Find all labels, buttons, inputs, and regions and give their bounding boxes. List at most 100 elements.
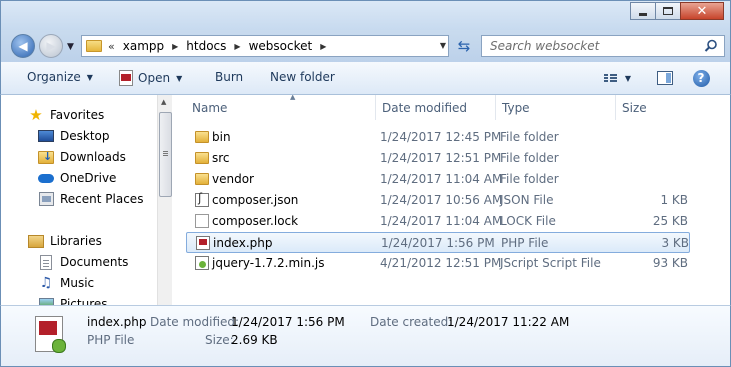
sidebar-item-pictures[interactable]: Pictures (38, 294, 108, 305)
breadcrumb-item[interactable]: websocket ▶ (249, 39, 327, 53)
burn-button[interactable]: Burn (215, 70, 243, 84)
refresh-button[interactable]: ⇆ (453, 35, 475, 57)
navigation-bar: ◀ ▶ ▼ « xampp ▶ htdocs ▶ websocket ▶ ▼ ⇆ Se… (0, 30, 731, 62)
desktop-icon (38, 128, 54, 144)
chevron-down-icon: ▼ (624, 73, 632, 83)
folder-icon (195, 173, 209, 185)
forward-button[interactable]: ▶ (39, 34, 63, 58)
sidebar-item-label: Documents (60, 255, 129, 269)
file-row[interactable]: bin 1/24/2017 12:45 PM File folder (186, 127, 690, 148)
file-type: LOCK File (500, 214, 556, 228)
chevron-right-icon[interactable]: ▶ (172, 42, 178, 51)
file-date-modified: 1/24/2017 1:56 PM (381, 236, 495, 250)
sidebar-item-music[interactable]: ♫ Music (38, 273, 94, 293)
file-row[interactable]: composer.lock 1/24/2017 11:04 AM LOCK File… (186, 211, 690, 232)
sidebar-item-label: Pictures (60, 297, 108, 305)
search-input[interactable]: Search websocket (481, 35, 725, 57)
column-header-name[interactable]: Name ▲ (186, 95, 376, 120)
sidebar-item-label: Recent Places (60, 192, 144, 206)
file-size: 1 KB (660, 193, 688, 207)
libraries-icon (28, 233, 44, 249)
new-folder-button[interactable]: New folder (270, 70, 335, 84)
file-type: File folder (500, 151, 559, 165)
search-icon[interactable] (704, 39, 718, 53)
organize-button[interactable]: Organize ▼ (27, 70, 93, 84)
recent-pages-dropdown-icon[interactable]: ▼ (67, 42, 74, 52)
file-date-modified: 1/24/2017 12:51 PM (380, 151, 502, 165)
open-button[interactable]: Open ▼ (119, 70, 182, 86)
file-date-modified: 4/21/2012 12:51 PM (380, 256, 502, 270)
chevron-right-icon[interactable]: ▶ (234, 42, 240, 51)
search-placeholder: Search websocket (490, 39, 600, 53)
column-header-label: Date modified (382, 100, 468, 115)
column-header-date-modified[interactable]: Date modified (376, 95, 496, 120)
chevron-right-icon[interactable]: ▶ (320, 42, 326, 51)
sidebar-favorites-header[interactable]: ★ Favorites (28, 105, 104, 125)
breadcrumb-item[interactable]: xampp ▶ (123, 39, 179, 53)
maximize-button[interactable] (655, 2, 681, 20)
folder-icon (195, 131, 209, 143)
breadcrumb-overflow[interactable]: « (108, 40, 115, 53)
file-row[interactable]: vendor 1/24/2017 11:04 AM File folder (186, 169, 690, 190)
breadcrumb-label: htdocs (186, 39, 227, 53)
breadcrumb-label: xampp (122, 39, 165, 53)
preview-pane-button[interactable] (654, 68, 676, 88)
back-button[interactable]: ◀ (11, 34, 35, 58)
sidebar-item-desktop[interactable]: Desktop (38, 126, 110, 146)
file-row[interactable]: composer.json 1/24/2017 10:56 AMJSON File… (186, 190, 690, 211)
file-type: File folder (500, 172, 559, 186)
details-file-name: index.php (87, 315, 147, 329)
title-bar: ✕ (0, 0, 731, 30)
file-date-modified: 1/24/2017 10:56 AM (380, 193, 503, 207)
sidebar-libraries-header[interactable]: Libraries (28, 231, 102, 251)
folder-icon (195, 152, 209, 164)
file-size: 25 KB (652, 214, 688, 228)
downloads-icon (38, 149, 54, 165)
view-options-dropdown[interactable]: ▼ (623, 68, 633, 88)
column-header-label: Size (622, 100, 647, 115)
sidebar-scrollbar[interactable]: ▲ (157, 95, 172, 305)
details-date-modified-label: Date modified: (150, 315, 240, 329)
help-button[interactable]: ? (690, 68, 712, 88)
breadcrumb-item[interactable]: htdocs ▶ (186, 39, 240, 53)
file-type: JSON File (500, 193, 554, 207)
chevron-down-icon: ▼ (176, 73, 183, 83)
sidebar-item-documents[interactable]: Documents (38, 252, 128, 272)
onedrive-icon (38, 170, 54, 186)
scrollbar-thumb[interactable] (159, 112, 172, 197)
breadcrumb-label: websocket (248, 39, 313, 53)
column-header-label: Type (502, 100, 530, 115)
sidebar-item-label: Music (60, 276, 95, 290)
help-icon: ? (692, 69, 710, 87)
file-row[interactable]: index.php 1/24/2017 1:56 PM PHP File 3 KB (186, 232, 690, 253)
file-size: 93 KB (652, 256, 688, 270)
details-file-type: PHP File (87, 333, 135, 347)
file-row[interactable]: src 1/24/2017 12:51 PM File folder (186, 148, 690, 169)
details-date-modified-value: 1/24/2017 1:56 PM (231, 315, 345, 329)
views-icon (603, 74, 617, 82)
close-icon: ✕ (696, 3, 708, 19)
sidebar-item-label: Desktop (60, 129, 110, 143)
file-name: composer.lock (212, 214, 299, 228)
address-bar[interactable]: « xampp ▶ htdocs ▶ websocket ▶ ▼ (81, 35, 449, 57)
sidebar-item-label: OneDrive (60, 171, 117, 185)
column-header-type[interactable]: Type (496, 95, 616, 120)
scroll-up-icon[interactable]: ▲ (161, 98, 166, 106)
php-file-icon (119, 70, 133, 86)
forward-arrow-icon: ▶ (46, 39, 56, 53)
sidebar-item-downloads[interactable]: Downloads (38, 147, 126, 167)
change-view-button[interactable] (599, 68, 621, 88)
column-header-size[interactable]: Size (616, 95, 706, 120)
file-name: index.php (213, 236, 273, 250)
music-icon: ♫ (39, 275, 53, 291)
minimize-button[interactable] (630, 2, 656, 20)
address-dropdown-icon[interactable]: ▼ (440, 41, 446, 50)
file-row[interactable]: jquery-1.7.2.min.js 4/21/2012 12:51 PM JSc… (186, 253, 690, 274)
sidebar-item-onedrive[interactable]: OneDrive (38, 168, 116, 188)
sidebar-item-recent-places[interactable]: Recent Places (38, 189, 143, 209)
sidebar-header-label: Favorites (50, 108, 105, 122)
file-type: JScript Script File (500, 256, 601, 270)
close-button[interactable]: ✕ (680, 2, 724, 20)
file-name: composer.json (212, 193, 299, 207)
file-type: File folder (500, 130, 559, 144)
